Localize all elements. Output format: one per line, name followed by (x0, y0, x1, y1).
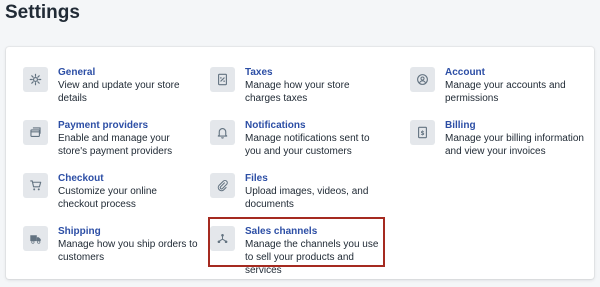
payment-card-icon (23, 120, 48, 145)
settings-item-description: Manage how your store charges taxes (245, 80, 350, 104)
settings-item-description: Manage how you ship orders to customers (58, 239, 198, 263)
settings-card: General View and update your store detai… (6, 47, 594, 279)
settings-item-account[interactable]: Account Manage your accounts and permiss… (410, 66, 585, 105)
cart-icon (23, 173, 48, 198)
settings-item-description: Enable and manage your store's payment p… (58, 133, 173, 157)
settings-item-description: Manage your accounts and permissions (445, 80, 566, 104)
settings-item-payment-providers[interactable]: Payment providers Enable and manage your… (23, 119, 198, 158)
settings-item-title[interactable]: General (58, 66, 198, 79)
settings-item-title[interactable]: Taxes (245, 66, 385, 79)
tax-receipt-icon (210, 67, 235, 92)
settings-item-description: View and update your store details (58, 80, 180, 104)
billing-icon: $ (410, 120, 435, 145)
page-title: Settings (5, 2, 80, 23)
truck-icon (23, 226, 48, 251)
settings-item-taxes[interactable]: Taxes Manage how your store charges taxe… (210, 66, 385, 105)
channels-icon (210, 226, 235, 251)
paperclip-icon (210, 173, 235, 198)
settings-item-description: Manage notifications sent to you and you… (245, 133, 370, 157)
user-circle-icon (410, 67, 435, 92)
settings-item-checkout[interactable]: Checkout Customize your online checkout … (23, 172, 198, 211)
settings-page: Settings General View and update your st… (0, 0, 600, 287)
settings-item-description: Customize your online checkout process (58, 186, 157, 210)
settings-item-files[interactable]: Files Upload images, videos, and documen… (210, 172, 385, 211)
settings-item-description: Manage your billing information and view… (445, 133, 584, 157)
settings-item-title[interactable]: Billing (445, 119, 585, 132)
gear-icon (23, 67, 48, 92)
settings-item-description: Manage the channels you use to sell your… (245, 239, 379, 276)
settings-item-sales-channels[interactable]: Sales channels Manage the channels you u… (210, 225, 385, 277)
settings-item-title[interactable]: Shipping (58, 225, 198, 238)
settings-item-description: Upload images, videos, and documents (245, 186, 369, 210)
settings-item-title[interactable]: Notifications (245, 119, 385, 132)
settings-item-title[interactable]: Sales channels (245, 225, 385, 238)
settings-item-billing[interactable]: $ Billing Manage your billing informatio… (410, 119, 585, 158)
settings-item-notifications[interactable]: Notifications Manage notifications sent … (210, 119, 385, 158)
svg-text:$: $ (420, 131, 424, 137)
settings-item-title[interactable]: Checkout (58, 172, 198, 185)
settings-item-title[interactable]: Payment providers (58, 119, 198, 132)
settings-item-general[interactable]: General View and update your store detai… (23, 66, 198, 105)
settings-item-shipping[interactable]: Shipping Manage how you ship orders to c… (23, 225, 198, 264)
settings-item-title[interactable]: Files (245, 172, 385, 185)
bell-icon (210, 120, 235, 145)
settings-item-title[interactable]: Account (445, 66, 585, 79)
